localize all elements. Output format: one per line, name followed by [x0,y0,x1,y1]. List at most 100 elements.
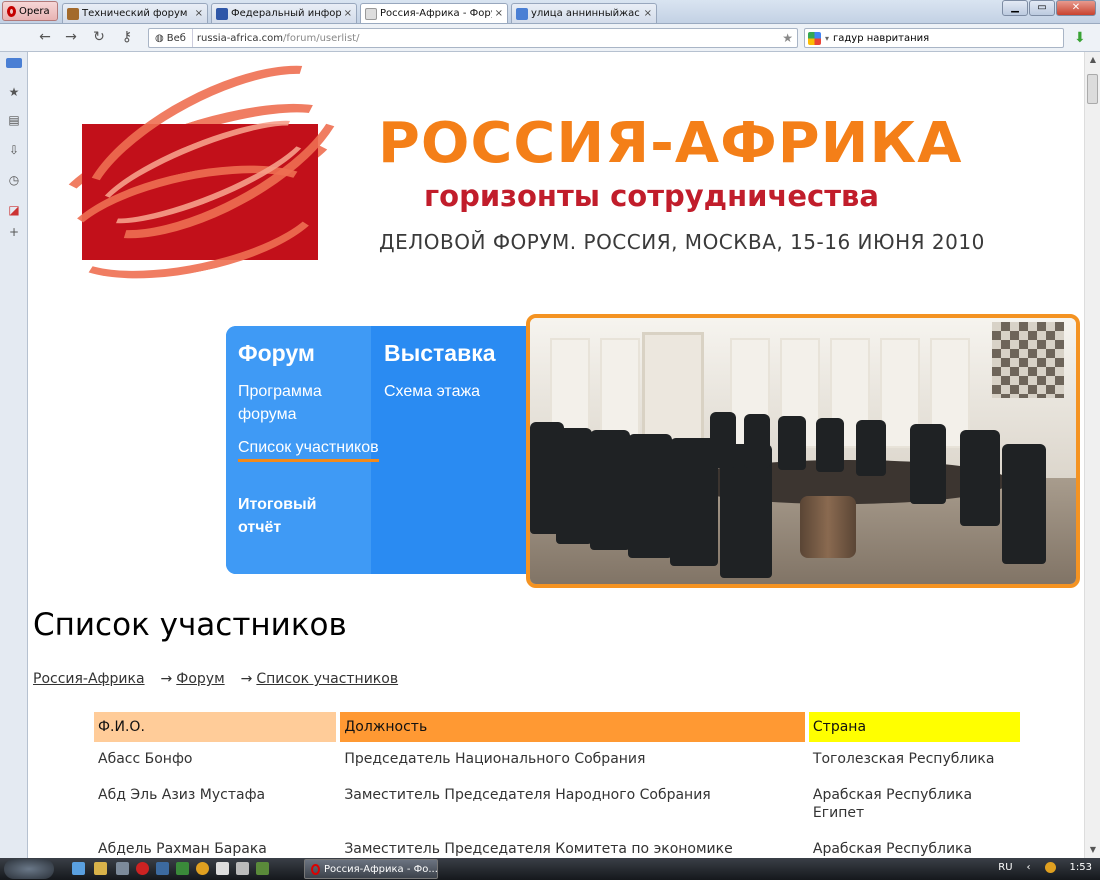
app3-icon[interactable] [236,862,249,875]
bookmarks-icon[interactable]: ★ [6,84,22,100]
cell-country: Арабская Республика Египет [812,787,973,821]
network-icon[interactable] [1044,862,1056,873]
nav-link-report[interactable]: Итоговый отчёт [238,493,348,539]
taskbar-window-opera[interactable]: Россия-Африка - Фо... [304,859,438,879]
table-header-row: Ф.И.О. Должность Страна [94,712,1020,742]
cell-position: Председатель Национального Собрания [344,751,646,767]
tab-favicon-icon [67,7,79,20]
history-icon[interactable]: ◷ [6,172,22,188]
nav-link-floor-plan[interactable]: Схема этажа [384,380,480,403]
breadcrumb: Россия-Африка → Форум → Список участнико… [33,671,398,687]
cell-name: Абдель Рахман Барака [98,841,267,857]
cell-country: Арабская Республика [812,841,973,857]
language-indicator[interactable]: RU [998,862,1012,873]
side-panel: ★ ▤ ⇩ ◷ ◪ + [0,52,28,858]
opera-quick-icon[interactable] [136,862,149,875]
opera-menu-label: Opera [19,5,50,17]
bookmark-star-icon[interactable]: ★ [782,31,793,45]
download-icon[interactable]: ⬇ [1074,30,1090,46]
back-icon[interactable]: ← [36,29,54,45]
scrollbar-thumb[interactable] [1087,74,1098,104]
tab-label: Россия-Африка - Форум... [380,8,492,19]
folder-icon[interactable] [94,862,107,875]
maximize-icon[interactable]: ▭ [1029,0,1055,16]
table-row: Абдель Рахман Барака Заместитель Председ… [94,832,1020,858]
clock[interactable]: 1:53 [1070,862,1092,873]
address-field[interactable]: ◍ Веб russia-africa.com /forum/userlist/… [148,28,798,48]
conference-room-photo [526,314,1080,588]
notes-icon[interactable]: ▤ [6,112,22,128]
search-field[interactable]: ▾ гадур навритания [804,28,1064,48]
breadcrumb-link-home[interactable]: Россия-Африка [33,671,145,687]
key-icon[interactable]: ⚷ [118,29,136,45]
opera-menu-button[interactable]: Opera [2,1,58,21]
minimize-icon[interactable]: ▁ [1002,0,1028,16]
breadcrumb-link-forum[interactable]: Форум [176,671,224,687]
column-header-name[interactable]: Ф.И.О. [94,712,337,742]
site-subtitle: горизонты сотрудничества [424,179,879,213]
forward-icon[interactable]: → [62,29,80,45]
scroll-down-icon[interactable]: ▼ [1085,842,1100,858]
address-toolbar: ← → ↻ ⚷ ◍ Веб russia-africa.com /forum/u… [0,24,1100,52]
browser-tab-4[interactable]: улица аннинныйжас к... × [511,3,657,23]
site-navigation: Форум Программа форума Список участников… [226,326,528,574]
tab-favicon-icon [216,7,228,20]
page-title: Список участников [33,607,347,643]
search-value: гадур навритания [833,32,930,44]
tab-label: улица аннинныйжас к... [531,8,641,19]
app2-icon[interactable] [176,862,189,875]
nav-heading-exhibition[interactable]: Выставка [384,340,496,367]
search-engine-dropdown-icon[interactable]: ▾ [825,34,829,43]
scroll-up-icon[interactable]: ▲ [1085,52,1100,68]
table-row: Абд Эль Азиз Мустафа Заместитель Председ… [94,778,1020,832]
app-icon[interactable] [116,862,129,875]
start-button[interactable] [4,859,54,879]
cell-name: Абд Эль Азиз Мустафа [98,787,266,803]
cell-country: Тоголезская Республика [812,751,995,767]
browser-tab-2[interactable]: Федеральный информа... × [211,3,357,23]
breadcrumb-link-participants[interactable]: Список участников [256,671,398,687]
downloads-icon[interactable]: ⇩ [6,142,22,158]
chrome-icon[interactable] [196,862,209,875]
tab-favicon-icon [365,7,377,20]
site-header: РОССИЯ-АФРИКА горизонты сотрудничества Д… [28,52,1084,314]
breadcrumb-separator: → [160,671,173,687]
tab-close-icon[interactable]: × [195,8,203,19]
web-security-chip[interactable]: ◍ Веб [149,29,193,47]
tab-close-icon[interactable]: × [495,8,503,19]
browser-tab-1[interactable]: Технический форум × [62,3,208,23]
tab-favicon-icon [516,7,528,20]
browser-tab-3-active[interactable]: Россия-Африка - Форум... × [360,3,508,23]
widgets-icon[interactable]: ◪ [6,202,22,218]
nav-link-program[interactable]: Программа форума [238,380,358,426]
app4-icon[interactable] [256,862,269,875]
window-icon[interactable] [216,862,229,875]
panel-toggle-icon[interactable] [6,58,22,68]
tab-close-icon[interactable]: × [644,8,652,19]
globe-icon: ◍ [155,32,164,44]
tab-close-icon[interactable]: × [344,8,352,19]
tab-label: Федеральный информа... [231,8,341,19]
add-panel-icon[interactable]: + [6,224,22,240]
web-page: РОССИЯ-АФРИКА горизонты сотрудничества Д… [28,52,1084,858]
reload-icon[interactable]: ↻ [90,29,108,45]
taskbar-window-label: Россия-Африка - Фо... [324,863,438,875]
participants-table: Ф.И.О. Должность Страна Абасс Бонфо Пред… [90,712,1024,858]
google-icon [808,31,821,45]
breadcrumb-separator: → [240,671,253,687]
table-row: Абасс Бонфо Председатель Национального С… [94,742,1020,778]
cell-name: Абасс Бонфо [98,751,193,767]
close-window-icon[interactable]: ✕ [1056,0,1096,16]
nav-link-participants[interactable]: Список участников [238,436,379,462]
event-info: ДЕЛОВОЙ ФОРУМ. РОССИЯ, МОСКВА, 15-16 ИЮН… [379,230,985,254]
nav-heading-forum[interactable]: Форум [238,340,315,367]
ie-icon[interactable] [72,862,85,875]
web-chip-label: Веб [166,32,186,44]
cell-position: Заместитель Председателя Комитета по эко… [344,841,733,857]
tray-expand-icon[interactable]: ‹ [1027,862,1031,873]
tab-label: Технический форум [82,8,188,19]
vertical-scrollbar[interactable]: ▲ ▼ [1084,52,1100,858]
column-header-position[interactable]: Должность [340,712,805,742]
monitor-icon[interactable] [156,862,169,875]
column-header-country[interactable]: Страна [808,712,1020,742]
